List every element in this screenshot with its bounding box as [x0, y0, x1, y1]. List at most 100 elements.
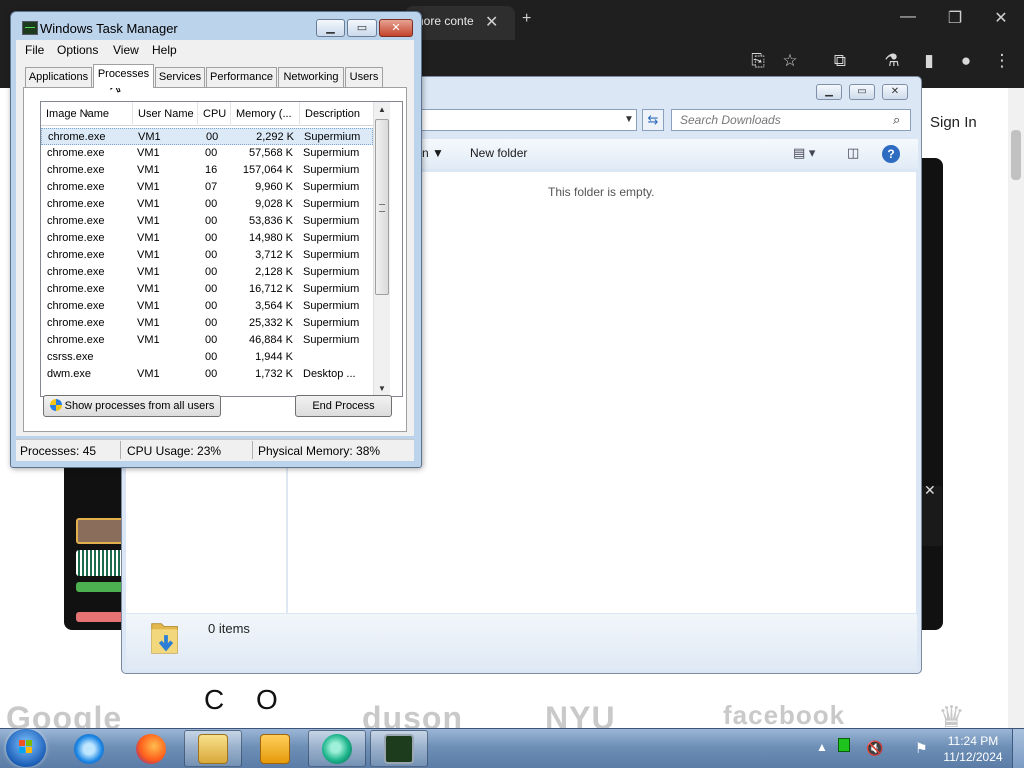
column-image-name[interactable]: ▲ Image Name — [41, 102, 133, 126]
explorer-search-input[interactable]: Search Downloads — [671, 109, 911, 131]
column-memory[interactable]: Memory (... — [231, 102, 300, 126]
end-process-button[interactable]: End Process — [295, 395, 392, 417]
search-icon[interactable]: ⌕ — [893, 112, 900, 128]
table-row[interactable]: chrome.exe VM1 00 25,332 K Supermium — [41, 315, 373, 332]
close-icon[interactable]: ✕ — [986, 8, 1016, 28]
refresh-icon[interactable]: ⇆ — [642, 109, 664, 131]
tray-app-icon[interactable] — [838, 738, 850, 752]
column-description[interactable]: Description — [300, 102, 373, 126]
status-divider — [120, 441, 121, 459]
browser-menu-icon[interactable]: ⋮ — [990, 51, 1014, 71]
process-list-scrollbar[interactable]: ▲ ▼ — [373, 102, 390, 396]
red-track-clip[interactable] — [76, 612, 124, 622]
sign-in-link[interactable]: Sign In — [930, 114, 977, 131]
uac-shield-icon — [49, 399, 62, 411]
table-row[interactable]: chrome.exe VM1 00 3,564 K Supermium — [41, 298, 373, 315]
explorer-minimize-button[interactable]: ▁ — [816, 84, 842, 100]
panel-close-icon[interactable]: ✕ — [924, 482, 936, 499]
organize-dropdown-icon[interactable]: n ▼ — [422, 146, 444, 160]
column-user-name[interactable]: User Name — [133, 102, 198, 126]
menu-options[interactable]: Options — [57, 43, 98, 57]
table-row[interactable]: chrome.exe VM1 00 2,292 K Supermium — [41, 128, 373, 145]
bookmark-star-icon[interactable]: ☆ — [778, 51, 802, 71]
close-button[interactable]: ✕ — [379, 19, 413, 37]
help-icon[interactable]: ? — [882, 145, 900, 163]
table-row[interactable]: chrome.exe VM1 16 157,064 K Supermium — [41, 162, 373, 179]
process-memory: 25,332 K — [248, 317, 293, 329]
change-view-icon[interactable]: ▤ ▾ — [793, 145, 815, 161]
table-row[interactable]: chrome.exe VM1 00 14,980 K Supermium — [41, 230, 373, 247]
internet-explorer-icon — [74, 734, 104, 764]
process-image-name: chrome.exe — [48, 131, 106, 143]
table-row[interactable]: chrome.exe VM1 00 46,884 K Supermium — [41, 332, 373, 349]
task-manager-icon — [22, 21, 38, 35]
scroll-down-icon[interactable]: ▼ — [378, 384, 386, 393]
process-image-name: chrome.exe — [47, 283, 105, 295]
process-cpu: 00 — [205, 351, 218, 363]
tab-applications[interactable]: Applications — [25, 67, 92, 87]
table-row[interactable]: chrome.exe VM1 07 9,960 K Supermium — [41, 179, 373, 196]
menu-file[interactable]: File — [25, 43, 44, 57]
process-cpu: 16 — [205, 164, 218, 176]
system-clock[interactable]: 11:24 PM 11/12/2024 — [938, 733, 1008, 765]
table-row[interactable]: chrome.exe VM1 00 57,568 K Supermium — [41, 145, 373, 162]
page-scrollbar-thumb[interactable] — [1011, 130, 1021, 180]
show-desktop-button[interactable] — [1012, 729, 1024, 768]
table-row[interactable]: chrome.exe VM1 00 16,712 K Supermium — [41, 281, 373, 298]
table-row[interactable]: chrome.exe VM1 00 2,128 K Supermium — [41, 264, 373, 281]
page-scrollbar[interactable] — [1008, 88, 1024, 728]
tab-performance[interactable]: Performance — [206, 67, 277, 87]
green-track-clip[interactable] — [76, 582, 124, 592]
address-dropdown-icon[interactable]: ▼ — [624, 114, 634, 125]
menu-view[interactable]: View — [113, 43, 139, 57]
video-clip-thumbnail[interactable] — [76, 518, 124, 544]
volume-muted-icon[interactable]: 🔇 — [866, 740, 883, 757]
process-image-name: chrome.exe — [47, 300, 105, 312]
labs-flask-icon[interactable]: ⚗ — [880, 51, 904, 71]
table-row[interactable]: chrome.exe VM1 00 3,712 K Supermium — [41, 247, 373, 264]
maximize-button[interactable]: ▭ — [347, 19, 377, 37]
scroll-up-icon[interactable]: ▲ — [378, 105, 386, 114]
process-user-name: VM1 — [137, 181, 160, 193]
table-row[interactable]: csrss.exe 00 1,944 K — [41, 349, 373, 366]
action-center-flag-icon[interactable]: ⚑ — [915, 740, 928, 757]
tab-processes[interactable]: Processes — [93, 64, 154, 88]
table-row[interactable]: chrome.exe VM1 00 53,836 K Supermium — [41, 213, 373, 230]
table-row[interactable]: dwm.exe VM1 00 1,732 K Desktop ... — [41, 366, 373, 383]
tab-close-icon[interactable]: ✕ — [485, 12, 498, 32]
show-hidden-icons[interactable]: ▲ — [816, 740, 828, 754]
menu-help[interactable]: Help — [152, 43, 177, 57]
process-cpu: 00 — [205, 266, 218, 278]
process-list[interactable]: ▲ Image Name User Name CPU Memory (... De… — [40, 101, 403, 397]
install-app-icon[interactable]: ⎘ — [746, 51, 770, 71]
preview-pane-icon[interactable]: ◫ — [847, 145, 859, 161]
item-count: 0 items — [208, 621, 250, 636]
tab-networking[interactable]: Networking — [278, 67, 344, 87]
new-folder-button[interactable]: New folder — [470, 146, 527, 160]
tab-users[interactable]: Users — [345, 67, 383, 87]
tab-services[interactable]: Services — [155, 67, 205, 87]
minimize-icon[interactable]: — — [893, 8, 923, 26]
minimize-button[interactable]: ▁ — [316, 19, 345, 37]
new-tab-icon[interactable]: + — [522, 10, 531, 28]
process-user-name: VM1 — [137, 334, 160, 346]
profile-avatar-icon[interactable]: ● — [954, 51, 978, 71]
clock-date: 11/12/2024 — [943, 750, 1003, 764]
process-memory: 1,732 K — [255, 368, 293, 380]
scrollbar-thumb[interactable] — [375, 119, 389, 295]
column-cpu[interactable]: CPU — [198, 102, 231, 126]
restore-icon[interactable]: ❐ — [940, 8, 970, 28]
audio-waveform-clip[interactable] — [76, 550, 124, 576]
clock-time: 11:24 PM — [947, 734, 999, 748]
side-panel-icon[interactable]: ▮ — [917, 51, 941, 71]
extensions-icon[interactable]: ⧉ — [828, 51, 852, 71]
process-cpu: 00 — [205, 317, 218, 329]
process-cpu: 00 — [205, 215, 218, 227]
process-image-name: chrome.exe — [47, 266, 105, 278]
show-all-processes-button[interactable]: Show processes from all users — [43, 395, 221, 417]
table-row[interactable]: chrome.exe VM1 00 9,028 K Supermium — [41, 196, 373, 213]
facebook-logo: facebook — [723, 700, 846, 730]
explorer-maximize-button[interactable]: ▭ — [849, 84, 875, 100]
explorer-address-bar[interactable] — [421, 109, 637, 131]
explorer-close-button[interactable]: ✕ — [882, 84, 908, 100]
